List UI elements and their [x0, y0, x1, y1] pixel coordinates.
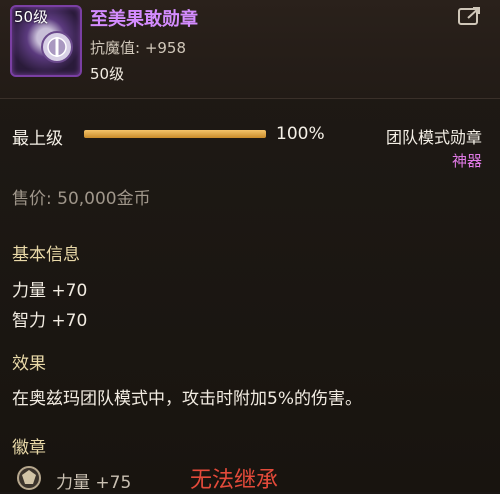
item-level-badge: 50级 — [14, 8, 49, 26]
effect-text: 在奥兹玛团队模式中，攻击时附加5%的伤害。 — [12, 389, 362, 409]
basic-info-title: 基本信息 — [12, 245, 80, 265]
max-level-label: 最上级 — [12, 129, 63, 149]
no-inherit-note: 无法继承 — [190, 468, 279, 493]
magic-resist-stat: 抗魔值: +958 — [90, 39, 187, 57]
share-icon[interactable] — [458, 6, 482, 26]
effect-title: 效果 — [12, 354, 46, 374]
item-header: 50级 至美果敢勋章 抗魔值: +958 50级 — [0, 0, 500, 98]
level-progress-bar — [84, 130, 266, 138]
item-name: 至美果敢勋章 — [90, 9, 198, 30]
attr-strength: 力量 +70 — [12, 281, 88, 301]
divider — [0, 98, 500, 99]
badge-title: 徽章 — [12, 438, 46, 458]
item-level: 50级 — [90, 65, 125, 83]
badge-slot-icon[interactable] — [16, 465, 42, 491]
attr-intelligence: 智力 +70 — [12, 311, 88, 331]
medal-icon — [41, 31, 73, 63]
item-category: 团队模式勋章 — [385, 128, 482, 147]
level-progress-percent: 100% — [276, 124, 325, 144]
badge-stat: 力量 +75 — [56, 473, 132, 493]
sell-price: 售价: 50,000金币 — [12, 189, 151, 209]
item-rarity: 神器 — [451, 152, 482, 170]
item-tooltip-panel: 50级 至美果敢勋章 抗魔值: +958 50级 最上级 100% 团队模式勋章… — [0, 0, 500, 493]
level-progress-fill — [84, 130, 266, 138]
